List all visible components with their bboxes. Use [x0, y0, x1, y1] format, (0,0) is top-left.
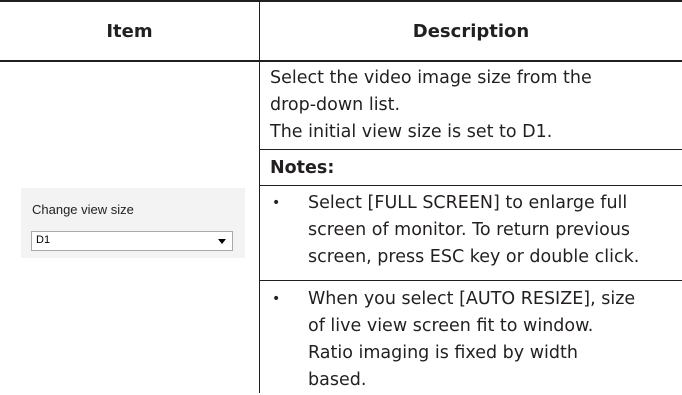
view-size-selected-value: D1	[36, 234, 51, 246]
view-size-select[interactable]: D1	[31, 231, 233, 251]
notes-label-rule	[260, 185, 682, 186]
note-2-line-4: based.	[308, 370, 367, 390]
note-1-line-2: screen of monitor. To return previous	[308, 220, 631, 240]
note-2-line-2: of live view screen fit to window.	[308, 316, 594, 336]
notes-separator-rule	[260, 149, 682, 150]
chevron-down-icon	[218, 239, 226, 244]
note-2-line-3: Ratio imaging is fixed by width	[308, 343, 578, 363]
change-view-size-widget: Change view size D1	[21, 188, 245, 258]
bullet-icon: •	[272, 195, 281, 211]
notes-label: Notes:	[270, 158, 335, 178]
bullet-icon: •	[272, 291, 281, 307]
note-1-line-3: screen, press ESC key or double click.	[308, 247, 640, 267]
description-line-2: drop-down list.	[270, 95, 401, 115]
spec-table: Item Description Change view size D1 Sel…	[0, 0, 682, 393]
change-view-size-label: Change view size	[32, 202, 134, 217]
description-line-1: Select the video image size from the	[270, 68, 592, 88]
header-bottom-rule	[0, 60, 682, 62]
note-2-line-1: When you select [AUTO RESIZE], size	[308, 289, 636, 309]
note-1-line-1: Select [FULL SCREEN] to enlarge full	[308, 193, 628, 213]
description-line-3: The initial view size is set to D1.	[270, 122, 553, 142]
bullet-separator-rule	[260, 280, 682, 281]
header-description: Description	[412, 20, 530, 42]
header-item: Item	[106, 20, 153, 42]
